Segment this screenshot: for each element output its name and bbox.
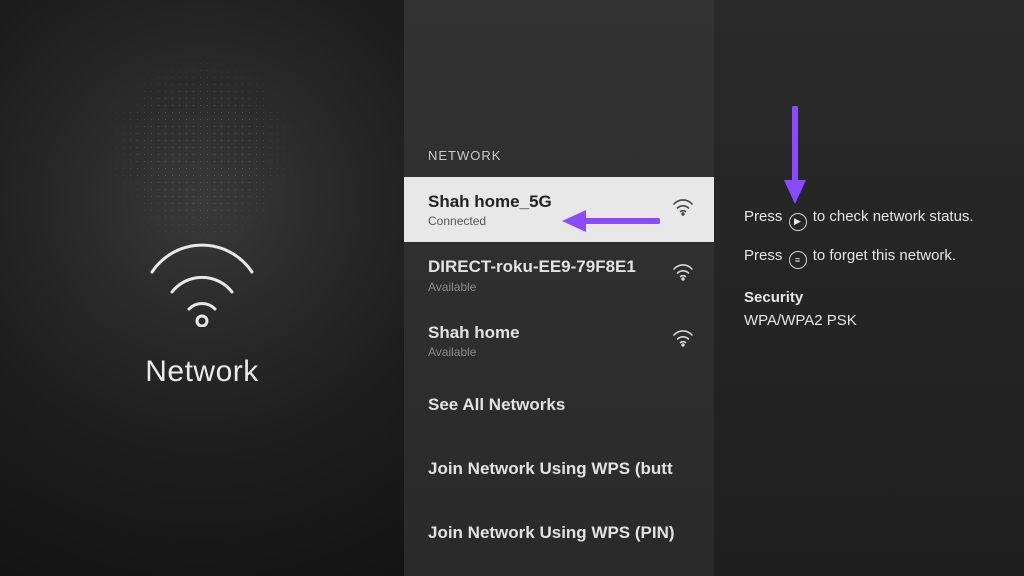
security-value: WPA/WPA2 PSK xyxy=(744,310,998,331)
network-item-selected[interactable]: Shah home_5G Connected xyxy=(404,177,714,242)
network-name: Shah home_5G xyxy=(428,191,552,212)
section-header: NETWORK xyxy=(404,0,714,177)
category-panel: Network xyxy=(0,0,404,576)
decorative-dots xyxy=(92,60,312,240)
hint-text: to check network status. xyxy=(813,208,974,225)
hint-text: to forget this network. xyxy=(813,247,956,264)
wifi-signal-icon xyxy=(672,329,694,352)
wifi-illustration xyxy=(137,237,267,327)
details-panel: Press ▶ to check network status. Press ≡… xyxy=(714,0,1024,576)
wifi-signal-icon xyxy=(672,263,694,286)
network-status: Available xyxy=(428,345,520,359)
network-status: Available xyxy=(428,280,636,294)
network-name: Shah home xyxy=(428,322,520,343)
wifi-icon xyxy=(137,237,267,327)
see-all-networks[interactable]: See All Networks xyxy=(404,373,714,437)
play-button-icon: ▶ xyxy=(789,213,807,231)
network-name: DIRECT-roku-EE9-79F8E1 xyxy=(428,256,636,277)
security-label: Security xyxy=(744,287,998,308)
join-wps-button[interactable]: Join Network Using WPS (butt xyxy=(404,437,714,501)
network-status: Connected xyxy=(428,214,552,228)
network-item[interactable]: DIRECT-roku-EE9-79F8E1 Available xyxy=(404,242,714,307)
hint-check-status: Press ▶ to check network status. xyxy=(744,206,998,231)
wifi-signal-icon xyxy=(672,198,694,221)
hint-text: Press xyxy=(744,247,782,264)
join-wps-pin[interactable]: Join Network Using WPS (PIN) xyxy=(404,501,714,565)
hint-text: Press xyxy=(744,208,782,225)
menu-button-icon: ≡ xyxy=(789,251,807,269)
hint-forget-network: Press ≡ to forget this network. xyxy=(744,245,998,270)
network-list-panel: NETWORK Shah home_5G Connected DIRECT-ro… xyxy=(404,0,714,576)
category-title: Network xyxy=(145,355,259,389)
network-item[interactable]: Shah home Available xyxy=(404,308,714,373)
annotation-arrow-vertical xyxy=(780,106,810,206)
